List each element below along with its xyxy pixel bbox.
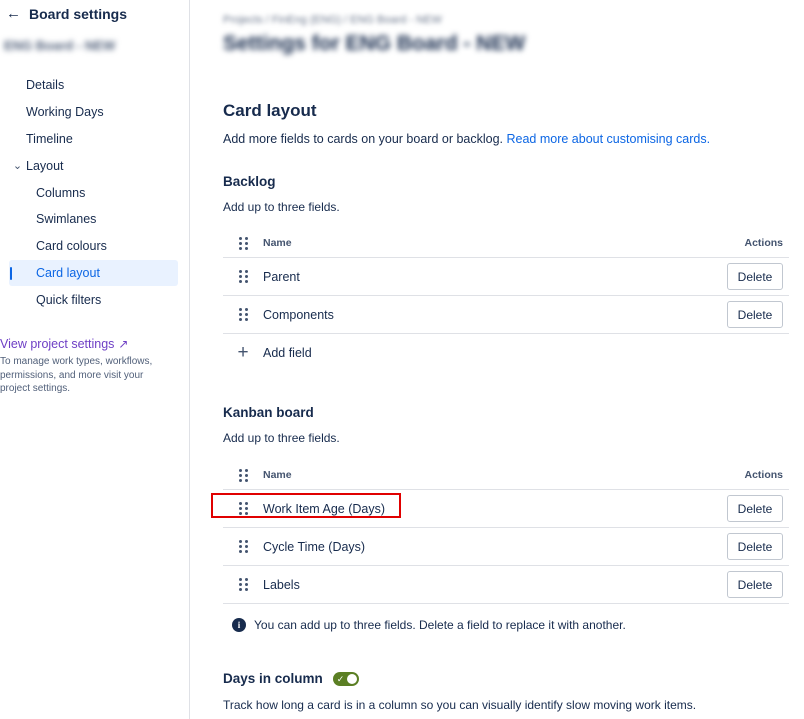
- view-project-settings-description: To manage work types, workflows, permiss…: [0, 356, 153, 394]
- column-header-name: Name: [263, 469, 292, 481]
- sidebar-item-label: Columns: [36, 185, 86, 200]
- field-name: Components: [263, 307, 334, 322]
- sidebar-group-layout[interactable]: ⌄ Layout: [9, 152, 178, 179]
- sidebar-item-label: Quick filters: [36, 292, 102, 307]
- days-in-column-toggle[interactable]: ✓: [332, 671, 359, 686]
- sidebar-item-label: Working Days: [26, 105, 104, 120]
- sidebar-item-quick-filters[interactable]: Quick filters: [9, 286, 178, 313]
- sidebar-item-label: Swimlanes: [36, 212, 97, 227]
- sidebar-header: ← Board settings: [6, 6, 128, 23]
- table-header: Name Actions: [223, 461, 789, 490]
- sidebar-item-label: Card layout: [36, 265, 100, 280]
- column-header-actions: Actions: [744, 237, 783, 249]
- delete-button[interactable]: Delete: [727, 301, 783, 328]
- sidebar-item-swimlanes[interactable]: Swimlanes: [9, 206, 178, 233]
- toggle-knob: [346, 673, 357, 684]
- delete-button[interactable]: Delete: [727, 571, 783, 598]
- delete-button[interactable]: Delete: [727, 263, 783, 290]
- sidebar-item-card-colours[interactable]: Card colours: [9, 233, 178, 260]
- view-project-settings-section: View project settings ↗ To manage work t…: [0, 337, 180, 396]
- breadcrumb[interactable]: Projects / FinEng (ENG) / ENG Board - NE…: [223, 14, 442, 26]
- days-in-column-description: Track how long a card is in a column so …: [223, 698, 697, 712]
- drag-handle-icon[interactable]: [223, 308, 263, 321]
- drag-handle-icon: [223, 236, 263, 250]
- card-layout-heading: Card layout: [223, 101, 317, 120]
- sidebar-item-card-layout[interactable]: Card layout: [9, 259, 178, 287]
- project-name: ENG Board - NEW: [4, 38, 116, 53]
- card-layout-description: Add more fields to cards on your board o…: [223, 132, 710, 146]
- external-link-icon: ↗: [118, 337, 129, 351]
- card-layout-description-text: Add more fields to cards on your board o…: [223, 132, 504, 146]
- days-in-column-row: Days in column ✓: [223, 671, 359, 686]
- kanban-board-heading: Kanban board: [223, 405, 314, 420]
- sidebar-item-label: Layout: [26, 158, 64, 173]
- field-name: Work Item Age (Days): [263, 501, 386, 516]
- field-name: Parent: [263, 269, 300, 284]
- column-header-name: Name: [263, 237, 292, 249]
- sidebar-item-timeline[interactable]: Timeline: [9, 126, 178, 153]
- info-message-text: You can add up to three fields. Delete a…: [254, 618, 626, 632]
- table-row: Parent Delete: [223, 258, 789, 296]
- view-project-settings-link[interactable]: View project settings ↗: [0, 337, 180, 351]
- sidebar-item-label: Details: [26, 78, 65, 93]
- column-header-actions: Actions: [744, 469, 783, 481]
- kanban-board-description: Add up to three fields.: [223, 431, 340, 445]
- customising-cards-link[interactable]: Read more about customising cards.: [507, 132, 711, 146]
- drag-handle-icon[interactable]: [223, 270, 263, 283]
- field-name: Cycle Time (Days): [263, 539, 366, 554]
- kanban-board-table: Name Actions Work Item Age (Days) Delete…: [211, 461, 789, 604]
- drag-handle-icon[interactable]: [223, 578, 263, 591]
- check-icon: ✓: [336, 673, 345, 684]
- table-row: Work Item Age (Days) Delete: [211, 490, 789, 528]
- info-message: i You can add up to three fields. Delete…: [232, 618, 626, 632]
- sidebar-item-label: Card colours: [36, 239, 107, 254]
- chevron-down-icon: ⌄: [12, 160, 23, 173]
- delete-button[interactable]: Delete: [727, 495, 783, 522]
- page-title: Settings for ENG Board - NEW: [223, 32, 526, 55]
- delete-button[interactable]: Delete: [727, 533, 783, 560]
- backlog-table: Name Actions Parent Delete Components De…: [223, 229, 789, 372]
- sidebar-item-columns[interactable]: Columns: [9, 179, 178, 206]
- sidebar-nav: Details Working Days Timeline ⌄ Layout C…: [9, 72, 178, 313]
- table-row: Cycle Time (Days) Delete: [223, 528, 789, 566]
- back-arrow-icon[interactable]: ←: [6, 6, 21, 22]
- sidebar-item-label: Timeline: [26, 131, 73, 146]
- plus-icon: +: [237, 342, 249, 363]
- info-icon: i: [232, 618, 246, 632]
- field-name: Labels: [263, 577, 300, 592]
- table-row: Labels Delete: [223, 566, 789, 604]
- backlog-description: Add up to three fields.: [223, 200, 340, 214]
- drag-handle-icon[interactable]: [223, 502, 263, 515]
- sidebar-item-details[interactable]: Details: [9, 72, 178, 99]
- table-header: Name Actions: [223, 229, 789, 258]
- drag-handle-icon: [223, 468, 263, 482]
- view-project-settings-label: View project settings: [0, 337, 115, 351]
- days-in-column-heading: Days in column: [223, 671, 323, 686]
- sidebar-title: Board settings: [29, 6, 128, 22]
- drag-handle-icon[interactable]: [223, 540, 263, 553]
- table-row: Components Delete: [223, 296, 789, 334]
- add-field-button[interactable]: + Add field: [223, 334, 789, 372]
- sidebar: ← Board settings ENG Board - NEW Details…: [0, 0, 190, 719]
- sidebar-item-working-days[interactable]: Working Days: [9, 99, 178, 126]
- add-field-label: Add field: [263, 346, 312, 360]
- backlog-heading: Backlog: [223, 174, 276, 189]
